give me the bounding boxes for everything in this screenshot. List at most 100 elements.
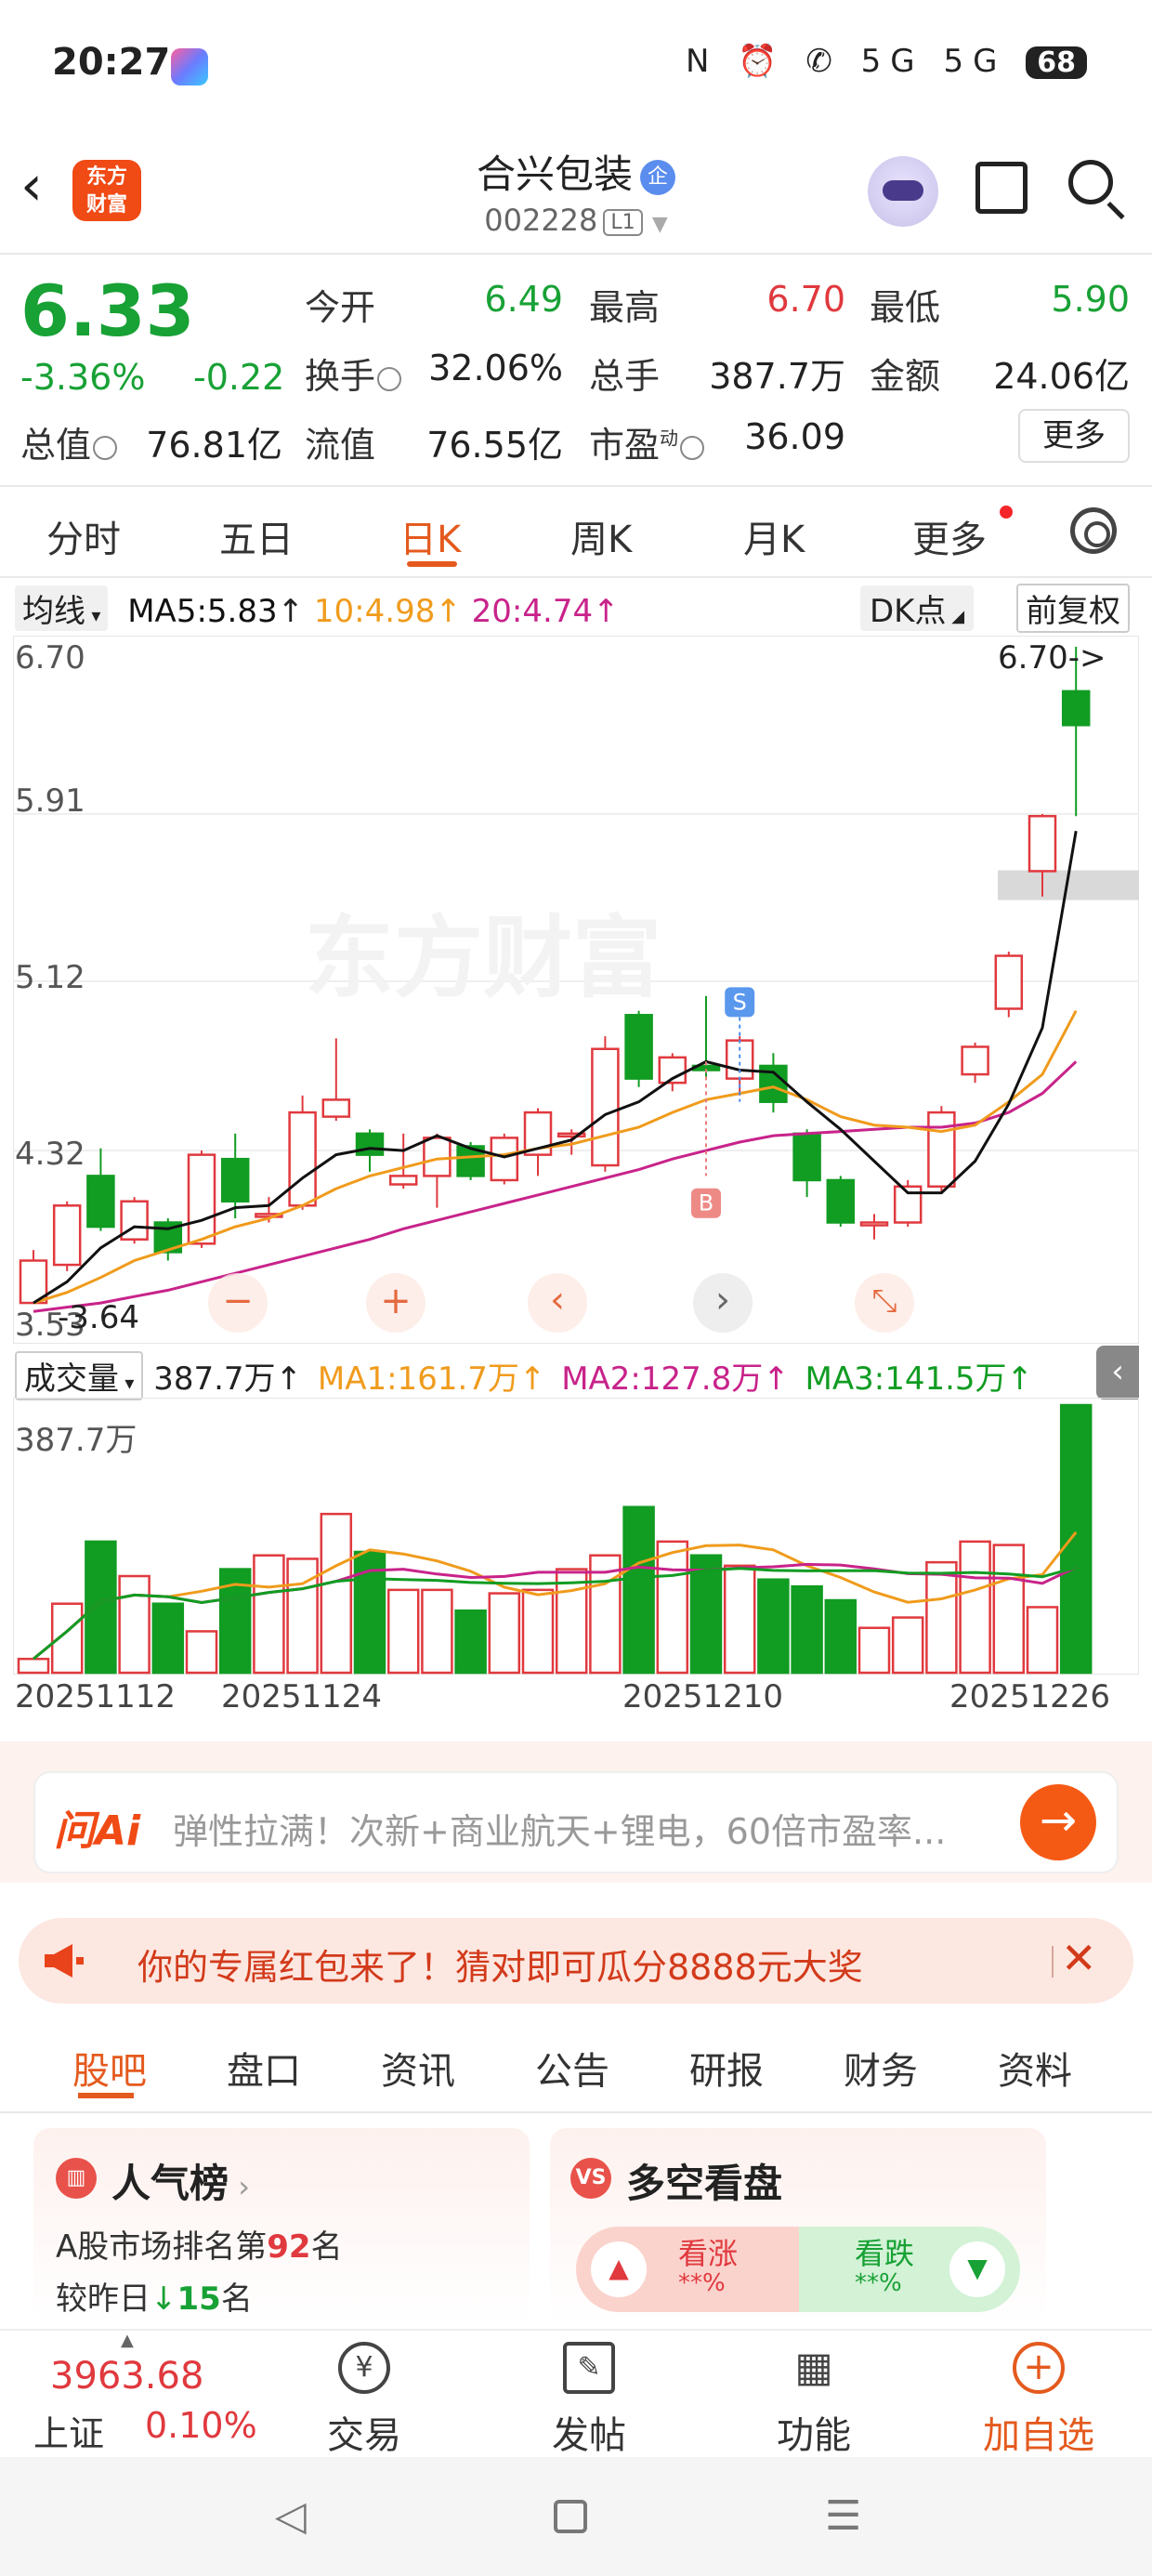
status-bar: 20:27 N ⏰ ✆ 5G 5G 68 — [0, 0, 1152, 138]
rank-value: 92 — [267, 2228, 311, 2266]
index-value[interactable]: 3963.68 — [50, 2355, 203, 2398]
amount-label: 金额 — [870, 356, 941, 397]
rank-compare-line: 较昨日↓15名 — [56, 2273, 253, 2319]
promo-separator — [1052, 1946, 1054, 1978]
x-date: 20251210 — [622, 1678, 784, 1715]
amount-value: 24.06亿 — [993, 356, 1130, 397]
info-icon[interactable] — [680, 435, 705, 460]
high-label: 最高 — [589, 287, 661, 328]
pe-sup: 动 — [660, 427, 679, 450]
tab-weekly-k[interactable]: 周K — [570, 509, 632, 563]
more-quote-button[interactable]: 更多 — [1018, 409, 1130, 463]
popularity-title-text: 人气榜 — [111, 2161, 229, 2206]
change-pct: -3.36% — [20, 357, 146, 398]
float-value: 76.55亿 — [426, 425, 563, 466]
bear-label: 看跌 — [855, 2236, 915, 2271]
ai-robot-icon[interactable] — [868, 156, 938, 227]
candle-body — [321, 1098, 351, 1118]
candle-body — [792, 1132, 821, 1182]
close-icon[interactable]: ✕ — [1061, 1933, 1097, 1983]
triangle-up-icon: ▲ — [591, 2241, 647, 2297]
gear-icon[interactable] — [1070, 507, 1117, 554]
nav-function[interactable]: 功能 — [777, 2405, 851, 2459]
open-value: 6.49 — [484, 279, 563, 320]
volume-bar — [1026, 1606, 1059, 1675]
tab-guba[interactable]: 股吧 — [72, 2041, 147, 2095]
candle-body — [52, 1204, 82, 1267]
low-marker-value: 3.64 — [69, 1299, 139, 1336]
header-divider — [0, 253, 1152, 255]
search-icon[interactable] — [1068, 160, 1113, 204]
level-badge: L1 — [603, 208, 643, 236]
promo-text[interactable]: 你的专属红包来了！猜对即可瓜分8888元大奖 — [137, 1939, 863, 1990]
share-icon[interactable] — [975, 162, 1028, 214]
volume-value: 387.7万 — [709, 356, 845, 397]
up-arrow-icon: ↑ — [275, 1360, 303, 1398]
volume-bar — [488, 1592, 521, 1675]
collapse-panel-icon[interactable]: ‹ — [1096, 1346, 1139, 1400]
volume-bar — [824, 1598, 857, 1675]
ma10-text: 10:4.98 — [313, 593, 436, 630]
vote-bear-button[interactable]: 看跌 **% ▼ — [799, 2227, 1020, 2312]
candle-body — [490, 1137, 519, 1182]
chevron-down-icon: ▾ — [119, 1372, 135, 1394]
scroll-left-icon[interactable]: ‹ — [528, 1273, 587, 1333]
candle-body — [1028, 814, 1057, 873]
candle-body — [591, 1047, 620, 1167]
index-name[interactable]: 上证 — [33, 2405, 104, 2456]
volume-selector[interactable]: 成交量 ▾ — [15, 1351, 144, 1400]
y-label: 4.32 — [15, 1136, 85, 1173]
quote-divider — [0, 485, 1152, 487]
tab-profile[interactable]: 资料 — [998, 2041, 1072, 2095]
candle-body — [86, 1175, 115, 1229]
enterprise-badge-icon: 企 — [640, 159, 675, 195]
nav-trade[interactable]: 交易 — [327, 2405, 401, 2459]
info-icon[interactable] — [93, 435, 118, 460]
system-home-icon[interactable] — [554, 2500, 587, 2533]
tab-research[interactable]: 研报 — [689, 2041, 764, 2095]
tab-announcement[interactable]: 公告 — [535, 2041, 609, 2095]
ai-prompt-text[interactable]: 弹性拉满！次新+商业航天+锂电，60倍市盈率... — [173, 1803, 946, 1854]
ma-selector[interactable]: 均线 ▾ — [15, 585, 109, 631]
nav-post[interactable]: 发帖 — [552, 2405, 626, 2459]
tab-monthly-k[interactable]: 月K — [743, 509, 805, 563]
tab-finance[interactable]: 财务 — [844, 2041, 918, 2095]
volume-bar — [791, 1584, 823, 1675]
scroll-right-icon[interactable]: › — [693, 1273, 753, 1333]
dk-point-selector[interactable]: DK点 ◢ — [860, 585, 975, 631]
bear-value: **% — [855, 2269, 902, 2297]
chevron-down-icon: ▾ — [85, 604, 101, 626]
pe-label-text: 市盈 — [589, 425, 661, 466]
volume-bar — [857, 1626, 891, 1675]
nav-add-watchlist[interactable]: 加自选 — [983, 2405, 1094, 2459]
popularity-title: 人气榜 › — [111, 2152, 250, 2209]
volume-bar — [118, 1574, 151, 1675]
volume-bar — [185, 1630, 218, 1675]
system-back-icon[interactable]: ◁ — [275, 2492, 307, 2540]
volume-bar — [992, 1544, 1026, 1675]
tab-daily-k[interactable]: 日K — [399, 509, 461, 563]
stock-code-text: 002228 — [484, 203, 598, 238]
low-value: 5.90 — [1051, 279, 1130, 320]
vote-bull-button[interactable]: ▲ 看涨 **% — [576, 2227, 799, 2312]
info-icon[interactable] — [377, 366, 402, 391]
tab-five-day[interactable]: 五日 — [219, 509, 294, 563]
arrow-right-icon[interactable]: → — [1020, 1784, 1096, 1860]
candle-body — [927, 1111, 956, 1189]
tab-more[interactable]: 更多 — [912, 509, 987, 563]
cmp-prefix: 较昨日 — [56, 2280, 151, 2318]
zoom-out-icon[interactable]: − — [208, 1273, 268, 1333]
candle-body — [826, 1178, 856, 1224]
tab-pankou[interactable]: 盘口 — [227, 2041, 301, 2095]
dk-label: DK点 — [870, 593, 947, 630]
system-menu-icon[interactable]: ☰ — [825, 2492, 861, 2540]
megaphone-icon — [45, 1944, 84, 1978]
tab-news[interactable]: 资讯 — [381, 2041, 455, 2095]
candlestick-chart[interactable]: 东方财富 S B — [13, 636, 1139, 1344]
zoom-in-icon[interactable]: + — [366, 1273, 425, 1333]
expand-icon[interactable]: ⤡ — [855, 1273, 914, 1333]
volume-chart[interactable] — [13, 1398, 1139, 1675]
vol-ma2: MA2:127.8万 — [561, 1360, 764, 1398]
tab-intraday[interactable]: 分时 — [46, 509, 121, 563]
adjust-button[interactable]: 前复权 — [1016, 584, 1130, 633]
